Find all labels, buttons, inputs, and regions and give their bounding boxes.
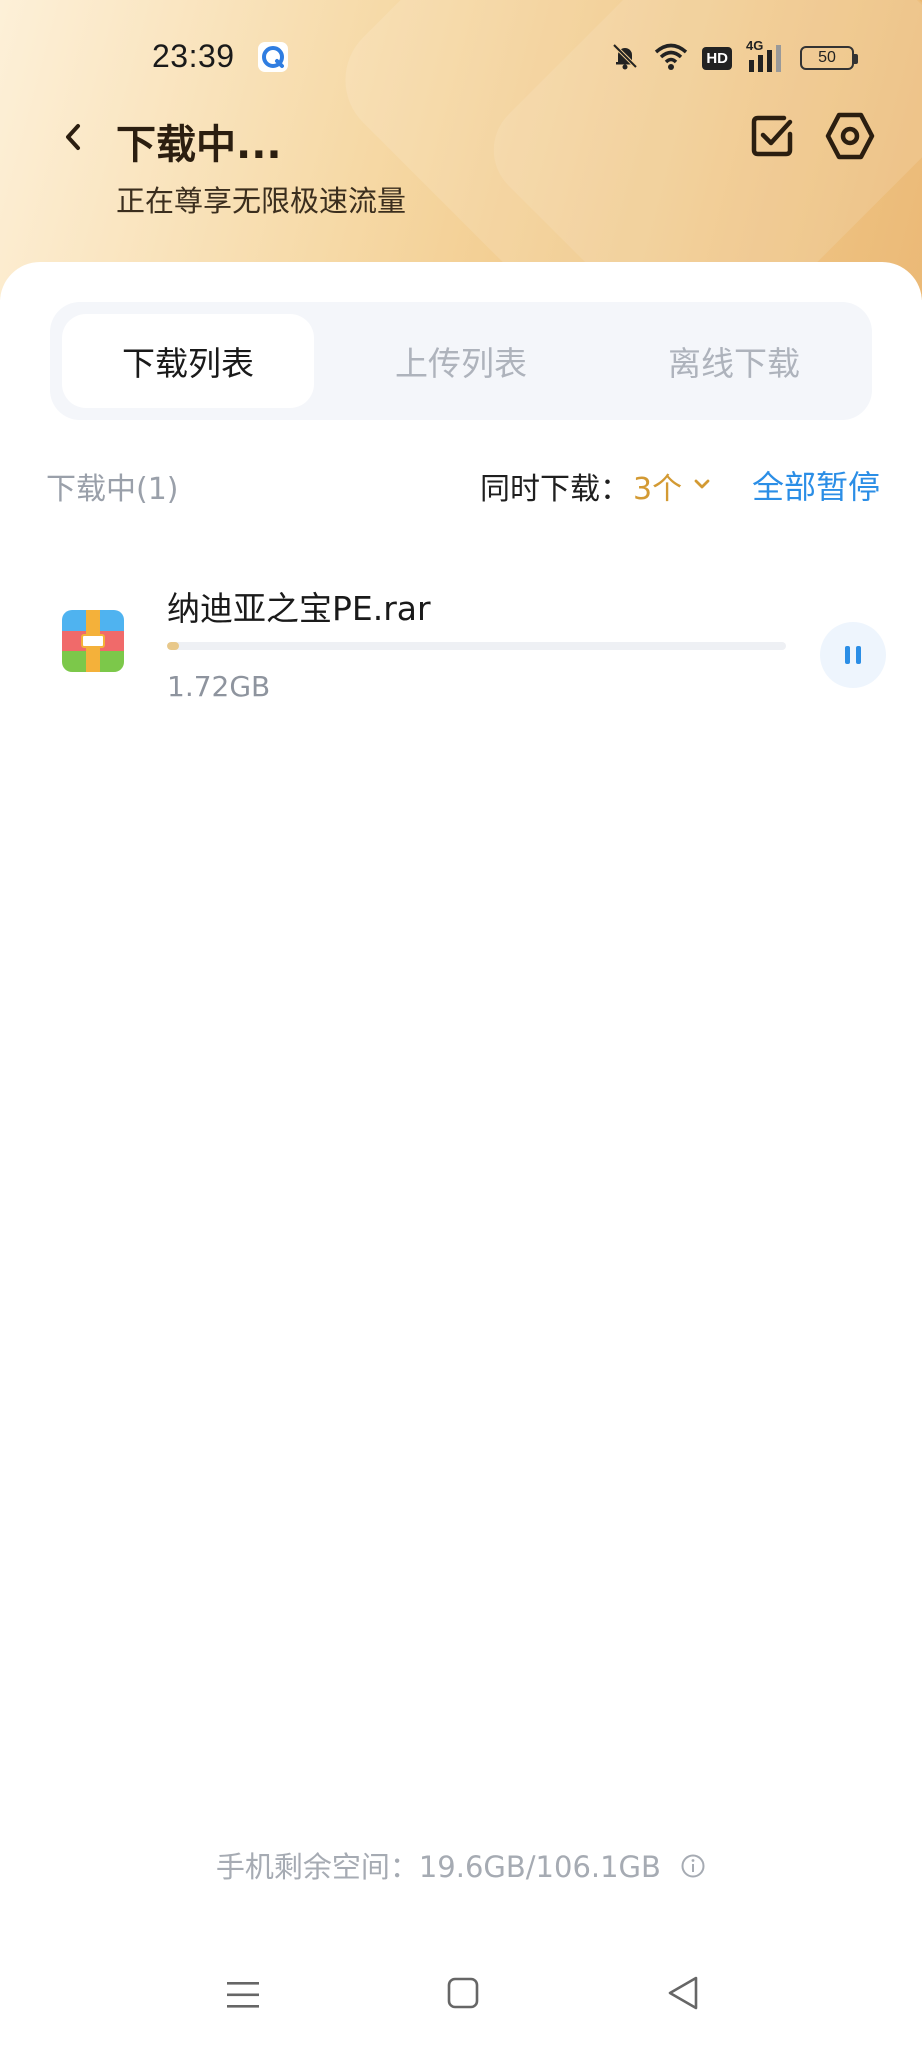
battery-icon: 50 — [800, 46, 858, 70]
tab-upload-list[interactable]: 上传列表 — [335, 314, 587, 408]
page: 23:39 HD 4G 50 下载中... 正在尊享无限极速流量 下载列表 上传… — [0, 0, 922, 2048]
tab-download-list[interactable]: 下载列表 — [62, 314, 314, 408]
pause-icon — [845, 646, 861, 664]
chevron-down-icon[interactable] — [692, 474, 712, 494]
back-button[interactable] — [52, 112, 96, 162]
status-bar: 23:39 HD 4G 50 — [0, 0, 922, 110]
tab-offline-download[interactable]: 离线下载 — [608, 314, 860, 408]
pause-all-button[interactable]: 全部暂停 — [752, 462, 880, 508]
concurrent-downloads-select[interactable]: 3个 — [633, 464, 682, 508]
file-size: 1.72GB — [167, 670, 271, 703]
back-triangle-icon[interactable] — [666, 1974, 700, 2012]
browser-icon — [258, 42, 288, 72]
select-button[interactable] — [748, 112, 796, 160]
hd-icon: HD — [702, 46, 732, 70]
back-arrow-icon — [66, 124, 80, 150]
select-icon — [751, 115, 793, 157]
downloading-count-label: 下载中(1) — [46, 472, 179, 507]
info-icon[interactable] — [680, 1852, 706, 1886]
system-nav-bar — [0, 1940, 922, 2048]
settings-button[interactable] — [824, 110, 876, 162]
download-item[interactable]: 纳迪亚之宝PE.rar 1.72GB — [0, 570, 922, 720]
file-name: 纳迪亚之宝PE.rar — [167, 589, 431, 628]
menu-icon[interactable] — [226, 1980, 260, 2010]
home-icon[interactable] — [446, 1976, 480, 2010]
download-progress-fill — [167, 642, 180, 650]
settings-icon — [825, 112, 875, 160]
storage-info: 手机剩余空间：19.6GB/106.1GB — [0, 1844, 922, 1886]
page-title: 下载中... — [116, 122, 282, 168]
download-progress-bar — [167, 642, 786, 650]
concurrent-downloads-label: 同时下载： — [480, 472, 630, 507]
signal-4g-icon: 4G — [746, 38, 786, 74]
content-sheet — [0, 262, 922, 2048]
archive-file-icon — [62, 610, 124, 672]
section-header: 下载中(1) 同时下载： 3个 全部暂停 — [0, 458, 922, 508]
wifi-icon — [654, 41, 688, 75]
status-time: 23:39 — [152, 38, 235, 74]
pause-button[interactable] — [820, 622, 886, 688]
page-subtitle: 正在尊享无限极速流量 — [116, 184, 407, 218]
tab-bar: 下载列表 上传列表 离线下载 — [50, 302, 872, 420]
status-icons: HD 4G 50 — [610, 38, 858, 76]
bell-off-icon — [610, 41, 640, 75]
storage-text: 手机剩余空间：19.6GB/106.1GB — [215, 1850, 661, 1884]
